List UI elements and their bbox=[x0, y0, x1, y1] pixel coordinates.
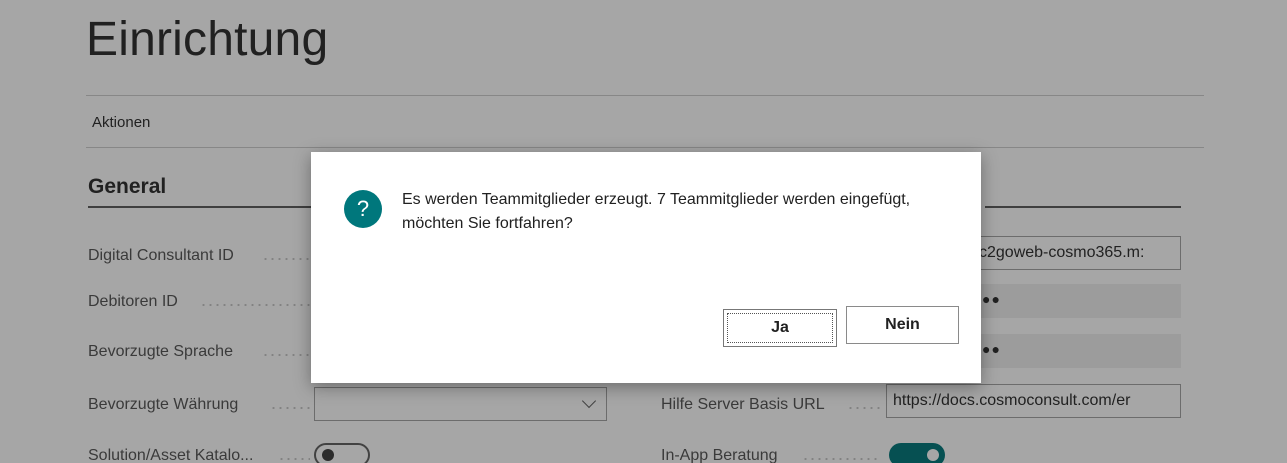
question-icon: ? bbox=[344, 190, 382, 228]
confirm-dialog: ? Es werden Teammitglieder erzeugt. 7 Te… bbox=[311, 152, 981, 383]
yes-button[interactable]: Ja bbox=[723, 309, 837, 347]
dialog-message: Es werden Teammitglieder erzeugt. 7 Team… bbox=[402, 191, 911, 232]
no-button[interactable]: Nein bbox=[846, 306, 959, 344]
